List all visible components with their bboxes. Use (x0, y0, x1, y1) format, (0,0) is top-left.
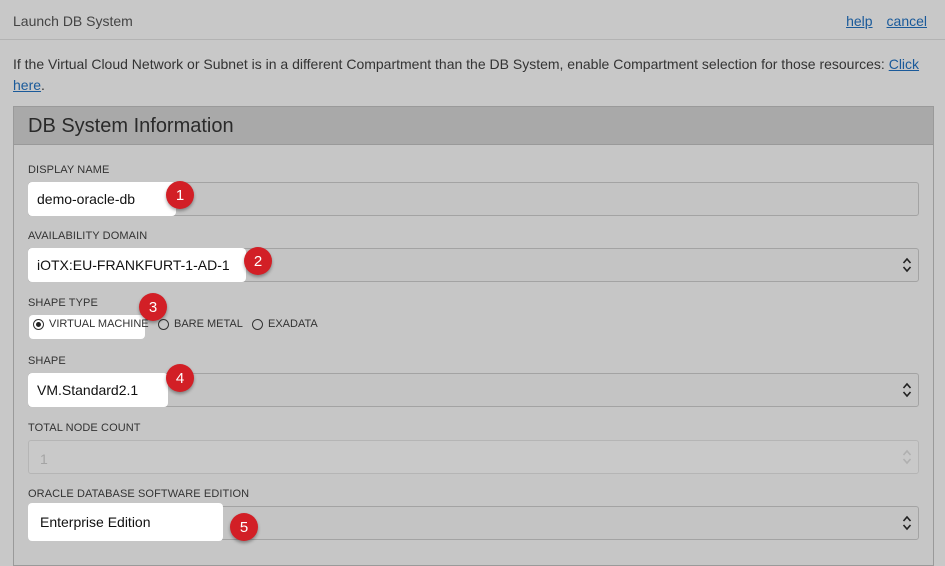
title-bar: Launch DB System help cancel (0, 0, 945, 40)
callout-badge-5: 5 (230, 513, 258, 541)
availability-domain-value: iOTX:EU-FRANKFURT-1-AD-1 (28, 248, 246, 282)
compartment-notice-text: If the Virtual Cloud Network or Subnet i… (13, 56, 889, 72)
display-name-value: demo-oracle-db (28, 182, 176, 216)
radio-selected-icon (33, 318, 44, 330)
callout-badge-3: 3 (139, 293, 167, 321)
software-edition-value: Enterprise Edition (28, 503, 223, 541)
callout-badge-1: 1 (166, 181, 194, 209)
radio-bare-metal[interactable]: BARE METAL (158, 318, 243, 330)
radio-exadata[interactable]: EXADATA (252, 318, 318, 330)
shape-label: SHAPE (28, 355, 66, 367)
radio-unselected-icon (158, 318, 169, 330)
section-title: DB System Information (14, 107, 933, 145)
shape-value: VM.Standard2.1 (28, 373, 168, 407)
total-node-count-value: 1 (40, 451, 48, 467)
chevron-updown-icon (902, 382, 912, 398)
cancel-link[interactable]: cancel (887, 13, 927, 29)
software-edition-label: ORACLE DATABASE SOFTWARE EDITION (28, 488, 250, 500)
radio-virtual-machine[interactable]: VIRTUAL MACHINE (33, 318, 149, 330)
radio-virtual-machine-label: VIRTUAL MACHINE (49, 318, 149, 330)
chevron-updown-icon (902, 257, 912, 273)
chevron-updown-icon (902, 449, 912, 465)
title-links: help cancel (832, 13, 927, 29)
callout-badge-2: 2 (244, 247, 272, 275)
radio-bare-metal-label: BARE METAL (174, 318, 243, 330)
compartment-notice: If the Virtual Cloud Network or Subnet i… (13, 54, 928, 96)
radio-exadata-label: EXADATA (268, 318, 318, 330)
radio-unselected-icon (252, 318, 263, 330)
total-node-count-label: TOTAL NODE COUNT (28, 422, 141, 434)
help-link[interactable]: help (846, 13, 872, 29)
compartment-notice-suffix: . (41, 77, 45, 93)
shape-type-label: SHAPE TYPE (28, 297, 98, 309)
availability-domain-label: AVAILABILITY DOMAIN (28, 230, 148, 242)
total-node-count-select (28, 440, 919, 474)
window-title: Launch DB System (13, 13, 133, 29)
callout-badge-4: 4 (166, 364, 194, 392)
display-name-label: DISPLAY NAME (28, 164, 110, 176)
chevron-updown-icon (902, 515, 912, 531)
